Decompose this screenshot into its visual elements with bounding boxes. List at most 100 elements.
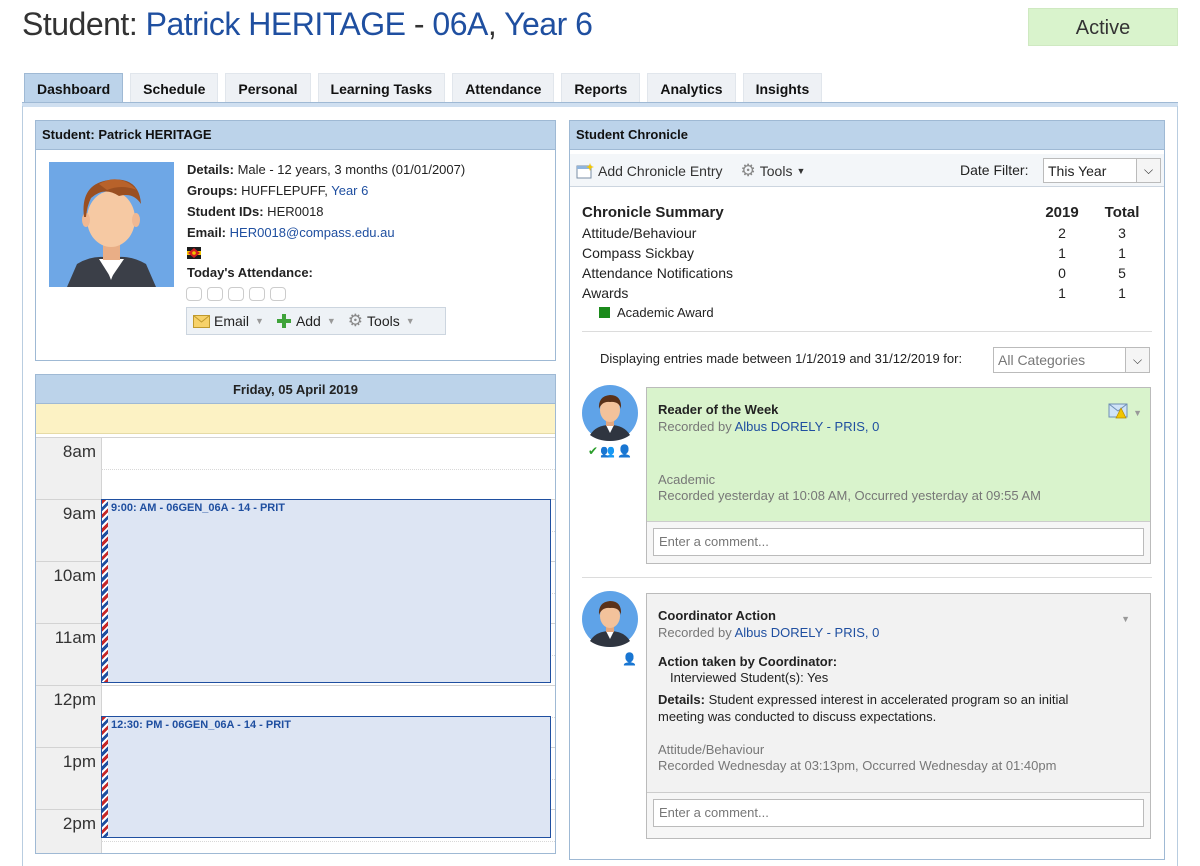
- entry-details: Details: Student expressed interest in a…: [658, 691, 1098, 725]
- tab-analytics[interactable]: Analytics: [647, 73, 736, 103]
- divider: [582, 577, 1152, 578]
- title-comma: ,: [487, 6, 505, 42]
- entry-category: Attitude/Behaviour: [658, 742, 765, 757]
- recorded-by-prefix: Recorded by: [658, 625, 735, 640]
- summary-row[interactable]: Attitude/Behaviour 2 3: [582, 223, 1156, 243]
- award-color-swatch: [599, 307, 610, 318]
- calendar-event[interactable]: 12:30: PM - 06GEN_06A - 14 - PRIT: [101, 716, 551, 838]
- date-filter-select[interactable]: This Year ⌵: [1043, 158, 1161, 183]
- summary-header: Chronicle Summary 2019 Total: [582, 203, 1156, 223]
- award-item: Academic Award: [582, 303, 1156, 323]
- status-badge: Active: [1028, 8, 1178, 46]
- tab-learning-tasks[interactable]: Learning Tasks: [317, 73, 446, 103]
- tools-button[interactable]: ⚙ Tools ▼: [348, 311, 415, 331]
- gear-icon: ⚙: [740, 161, 756, 180]
- day-calendar: Friday, 05 April 2019 8am 9am 10am 11am …: [35, 374, 556, 854]
- tab-personal[interactable]: Personal: [225, 73, 311, 103]
- summary-row-total: 1: [1118, 245, 1126, 261]
- summary-row-total: 1: [1118, 285, 1126, 301]
- summary-row-label: Compass Sickbay: [582, 245, 695, 261]
- comment-input[interactable]: Enter a comment...: [653, 528, 1144, 556]
- recorded-by-link[interactable]: Albus DORELY - PRIS, 0: [735, 419, 880, 434]
- student-avatar: [49, 162, 174, 287]
- people-icon: 👥: [600, 444, 616, 458]
- chronicle-toolbar: Add Chronicle Entry ⚙ Tools ▼ Date Filter…: [570, 154, 1164, 187]
- email-link[interactable]: HER0018@compass.edu.au: [230, 225, 395, 240]
- hour-label: 11am: [54, 628, 96, 647]
- student-panel: Student: Patrick HERITAGE Details: Male …: [35, 120, 556, 361]
- details-label: Details:: [658, 692, 705, 707]
- student-year: Year 6: [504, 6, 593, 42]
- recorded-by-link[interactable]: Albus DORELY - PRIS, 0: [735, 625, 880, 640]
- gear-icon: ⚙: [347, 311, 364, 330]
- year-group-link[interactable]: Year 6: [331, 183, 368, 198]
- tab-schedule[interactable]: Schedule: [130, 73, 219, 103]
- event-title: 9:00: AM - 06GEN_06A - 14 - PRIT: [111, 502, 286, 514]
- chevron-down-icon: ▼: [326, 316, 336, 326]
- tab-attendance[interactable]: Attendance: [452, 73, 555, 103]
- date-filter-value: This Year: [1048, 162, 1107, 179]
- add-chronicle-entry-button[interactable]: Add Chronicle Entry: [576, 163, 723, 179]
- chevron-down-icon: ⌵: [1136, 159, 1160, 182]
- action-label: Action taken by Coordinator:: [658, 654, 838, 669]
- entry-author-avatar: [582, 591, 638, 647]
- chronicle-tools-label: Tools: [759, 163, 793, 179]
- entry-title: Reader of the Week: [658, 402, 779, 417]
- attendance-label: Today's Attendance:: [187, 265, 313, 280]
- comment-input[interactable]: Enter a comment...: [653, 799, 1144, 827]
- groups-value: HUFFLEPUFF,: [237, 183, 332, 198]
- chevron-down-icon[interactable]: ▼: [1133, 408, 1142, 418]
- details-row: Details: Male - 12 years, 3 months (01/0…: [187, 159, 465, 180]
- summary-row[interactable]: Compass Sickbay 1 1: [582, 243, 1156, 263]
- entry-recorded-by: Recorded by Albus DORELY - PRIS, 0: [658, 419, 879, 434]
- recorded-by-prefix: Recorded by: [658, 419, 735, 434]
- add-button[interactable]: Add ▼: [276, 313, 336, 329]
- event-title: 12:30: PM - 06GEN_06A - 14 - PRIT: [111, 719, 291, 731]
- chronicle-toolbar-left: Add Chronicle Entry ⚙ Tools ▼: [576, 161, 809, 181]
- ids-label: Student IDs:: [187, 204, 264, 219]
- hour-label: 10am: [53, 566, 96, 585]
- person-icon: 👤: [617, 444, 632, 458]
- chevron-down-icon: ▼: [405, 316, 415, 326]
- summary-row[interactable]: Awards 1 1: [582, 283, 1156, 303]
- tools-button-label: Tools: [367, 313, 400, 329]
- tab-dashboard[interactable]: Dashboard: [24, 73, 124, 103]
- chronicle-tools-button[interactable]: ⚙ Tools ▼: [741, 161, 806, 181]
- entry-title: Coordinator Action: [658, 608, 776, 623]
- student-name: Patrick HERITAGE: [145, 6, 406, 42]
- summary-row-total: 5: [1118, 265, 1126, 281]
- email-notify-icon[interactable]: [1108, 402, 1128, 420]
- attendance-periods: [186, 287, 286, 301]
- tab-insights[interactable]: Insights: [742, 73, 823, 103]
- summary-row[interactable]: Attendance Notifications 0 5: [582, 263, 1156, 283]
- entry-status-icons: ✔ 👥 👤: [588, 444, 632, 458]
- summary-col-2019: 2019: [1045, 204, 1079, 221]
- hour-label: 9am: [62, 504, 96, 523]
- chevron-down-icon[interactable]: ▼: [1121, 614, 1130, 624]
- entry-author-avatar: [582, 385, 638, 441]
- add-button-label: Add: [295, 313, 321, 329]
- category-filter-select[interactable]: All Categories ⌵: [993, 347, 1150, 373]
- chronicle-panel: Student Chronicle Add Chronicle Entry ⚙ …: [569, 120, 1165, 860]
- tab-reports[interactable]: Reports: [561, 73, 641, 103]
- calendar-event[interactable]: 9:00: AM - 06GEN_06A - 14 - PRIT: [101, 499, 551, 683]
- email-button[interactable]: Email ▼: [193, 313, 264, 329]
- event-stripe: [102, 500, 108, 682]
- email-label: Email:: [187, 225, 227, 240]
- attendance-row: Today's Attendance:: [187, 262, 465, 283]
- attendance-period: [228, 287, 244, 301]
- all-day-area[interactable]: [36, 404, 555, 434]
- chronicle-summary: Chronicle Summary 2019 Total Attitude/Be…: [582, 203, 1156, 323]
- chevron-down-icon: ▼: [255, 316, 264, 326]
- summary-row-label: Awards: [582, 285, 629, 301]
- summary-row-label: Attitude/Behaviour: [582, 225, 697, 241]
- half-hour-line: [101, 469, 555, 470]
- chevron-down-icon: ⌵: [1125, 348, 1149, 372]
- date-filter-label: Date Filter:: [960, 162, 1029, 178]
- student-toolbar: Email ▼ Add ▼ ⚙ Tools ▼: [186, 307, 446, 335]
- attendance-period: [270, 287, 286, 301]
- add-chronicle-entry-label: Add Chronicle Entry: [598, 163, 723, 179]
- entry-status-icons: 👤: [622, 652, 637, 666]
- hour-label: 1pm: [62, 752, 96, 771]
- envelope-icon: [193, 314, 210, 328]
